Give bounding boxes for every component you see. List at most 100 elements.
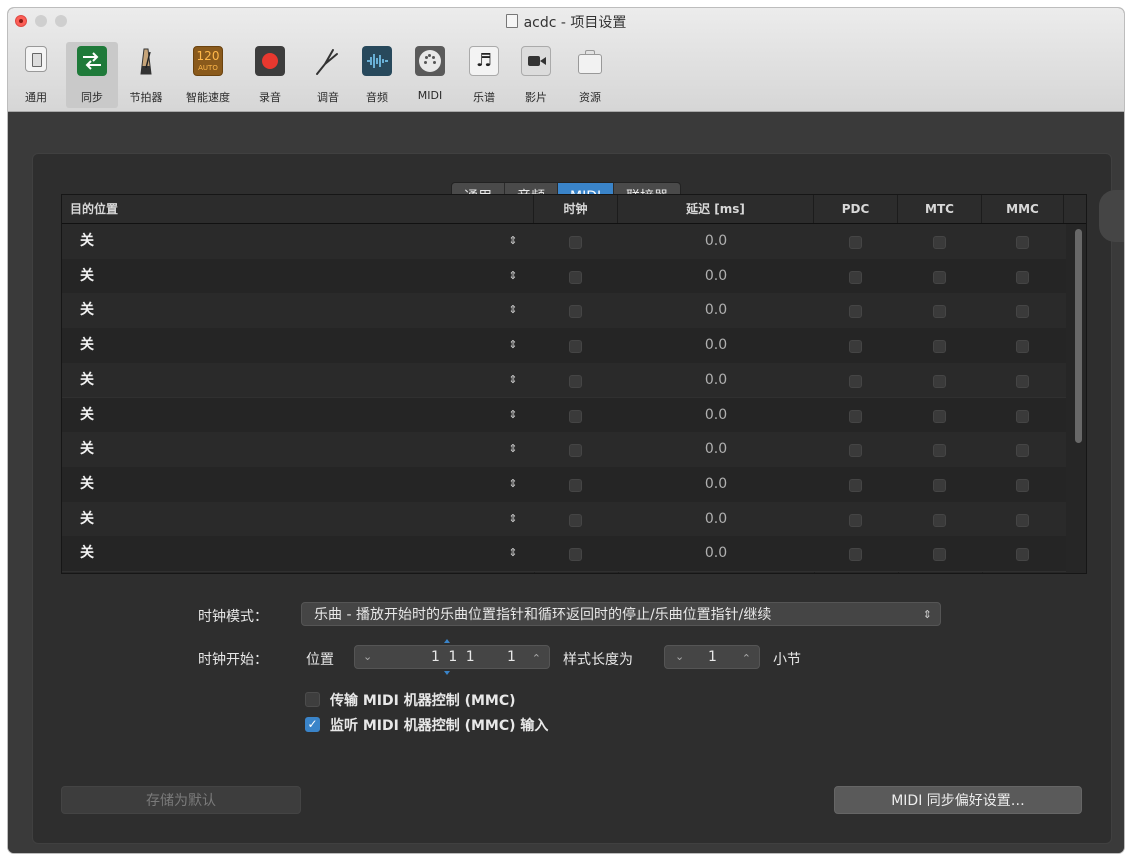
destination-value[interactable]: 关	[80, 259, 94, 293]
updown-icon[interactable]: ⇕	[506, 536, 520, 570]
updown-icon[interactable]: ⇕	[506, 224, 520, 258]
destination-value[interactable]: 关	[80, 536, 94, 570]
destination-value[interactable]: 关	[80, 432, 94, 466]
table-scrollbar[interactable]	[1075, 229, 1082, 443]
midi-sync-preferences-button[interactable]: MIDI 同步偏好设置…	[834, 786, 1082, 814]
position-value[interactable]: 1 1 1	[431, 646, 477, 668]
latency-value[interactable]: 0.0	[618, 259, 814, 293]
save-as-default-button[interactable]: 存储为默认	[61, 786, 301, 814]
column-header-mmc[interactable]: MMC	[982, 195, 1064, 223]
toolbar-midi[interactable]: MIDI	[404, 42, 456, 108]
mtc-checkbox[interactable]	[933, 270, 946, 284]
latency-value[interactable]: 0.0	[618, 432, 814, 466]
updown-icon[interactable]: ⇕	[506, 467, 520, 501]
mmc-checkbox[interactable]	[1016, 444, 1029, 458]
toolbar-assets[interactable]: 资源	[564, 42, 616, 108]
pattern-length-stepper[interactable]: ⌄ 1 ⌃	[664, 645, 760, 669]
table-row[interactable]: 关 ⇕ 0.0	[62, 362, 1066, 399]
chevron-down-icon[interactable]: ⌄	[675, 646, 684, 668]
destination-value[interactable]: 关	[80, 502, 94, 536]
chevron-up-icon[interactable]: ⌃	[742, 648, 751, 670]
column-header-destination[interactable]: 目的位置	[62, 195, 534, 223]
pdc-checkbox[interactable]	[849, 548, 862, 562]
mtc-checkbox[interactable]	[933, 374, 946, 388]
clock-checkbox[interactable]	[569, 478, 582, 492]
latency-value[interactable]: 0.0	[618, 293, 814, 327]
table-row[interactable]: 关 ⇕ 0.0	[62, 397, 1066, 434]
mmc-checkbox[interactable]	[1016, 305, 1029, 319]
pdc-checkbox[interactable]	[849, 374, 862, 388]
updown-icon[interactable]: ⇕	[506, 293, 520, 327]
mtc-checkbox[interactable]	[933, 305, 946, 319]
column-header-pdc[interactable]: PDC	[814, 195, 898, 223]
clock-checkbox[interactable]	[569, 409, 582, 423]
pdc-checkbox[interactable]	[849, 409, 862, 423]
mmc-checkbox[interactable]	[1016, 270, 1029, 284]
clock-checkbox[interactable]	[569, 374, 582, 388]
table-row[interactable]: 关 ⇕ 0.0	[62, 293, 1066, 330]
mmc-checkbox[interactable]	[1016, 236, 1029, 249]
pdc-checkbox[interactable]	[849, 236, 862, 249]
toolbar-score[interactable]: ♬ 乐谱	[458, 42, 510, 108]
clock-checkbox[interactable]	[569, 444, 582, 458]
destination-value[interactable]: 关	[80, 293, 94, 327]
clock-checkbox[interactable]	[569, 270, 582, 284]
latency-value[interactable]: 0.0	[618, 502, 814, 536]
mtc-checkbox[interactable]	[933, 548, 946, 562]
updown-icon[interactable]: ⇕	[506, 502, 520, 536]
pdc-checkbox[interactable]	[849, 305, 862, 319]
pdc-checkbox[interactable]	[849, 444, 862, 458]
updown-icon[interactable]: ⇕	[506, 363, 520, 397]
updown-icon[interactable]: ⇕	[506, 328, 520, 362]
toolbar-movie[interactable]: 影片	[510, 42, 562, 108]
mtc-checkbox[interactable]	[933, 478, 946, 492]
position-tick[interactable]: 1	[507, 646, 516, 668]
listen-mmc-label[interactable]: 监听 MIDI 机器控制 (MMC) 输入	[330, 715, 548, 735]
clock-checkbox[interactable]	[569, 236, 582, 249]
destination-value[interactable]: 关	[80, 363, 94, 397]
mmc-checkbox[interactable]	[1016, 374, 1029, 388]
table-row[interactable]: 关 ⇕ 0.0	[62, 501, 1066, 538]
table-row[interactable]: 关 ⇕ 0.0	[62, 328, 1066, 364]
table-row[interactable]: 关 ⇕ 0.0	[62, 536, 1066, 572]
latency-value[interactable]: 0.0	[618, 363, 814, 397]
mmc-checkbox[interactable]	[1016, 340, 1029, 354]
mtc-checkbox[interactable]	[933, 236, 946, 249]
pattern-length-value[interactable]: 1	[708, 646, 717, 668]
latency-value[interactable]: 0.0	[618, 328, 814, 362]
column-header-mtc[interactable]: MTC	[898, 195, 982, 223]
table-row[interactable]: 关 ⇕ 0.0	[62, 224, 1066, 260]
clock-mode-popup[interactable]: 乐曲 - 播放开始时的乐曲位置指针和循环返回时的停止/乐曲位置指针/继续 ⇕	[301, 602, 941, 626]
clock-checkbox[interactable]	[569, 513, 582, 527]
destination-value[interactable]: 关	[80, 467, 94, 501]
table-row[interactable]: 关 ⇕ 0.0	[62, 432, 1066, 468]
updown-icon[interactable]: ⇕	[506, 432, 520, 466]
mtc-checkbox[interactable]	[933, 444, 946, 458]
latency-value[interactable]: 0.0	[618, 467, 814, 501]
pdc-checkbox[interactable]	[849, 478, 862, 492]
latency-value[interactable]: 0.0	[618, 224, 814, 258]
column-header-latency[interactable]: 延迟 [ms]	[618, 195, 814, 223]
transmit-mmc-checkbox[interactable]	[305, 692, 320, 707]
toolbar-audio[interactable]: 音频	[351, 42, 403, 108]
clock-checkbox[interactable]	[569, 340, 582, 354]
mtc-checkbox[interactable]	[933, 513, 946, 527]
toolbar-sync[interactable]: 同步	[66, 42, 118, 108]
mtc-checkbox[interactable]	[933, 340, 946, 354]
mmc-checkbox[interactable]	[1016, 478, 1029, 492]
clock-checkbox[interactable]	[569, 305, 582, 319]
latency-value[interactable]: 0.0	[618, 536, 814, 570]
column-header-clock[interactable]: 时钟	[534, 195, 618, 223]
destination-value[interactable]: 关	[80, 398, 94, 432]
destination-value[interactable]: 关	[80, 224, 94, 258]
mmc-checkbox[interactable]	[1016, 409, 1029, 423]
mtc-checkbox[interactable]	[933, 409, 946, 423]
toolbar-general[interactable]: 通用	[10, 42, 62, 108]
toolbar-record[interactable]: 录音	[244, 42, 296, 108]
listen-mmc-checkbox[interactable]: ✓	[305, 717, 320, 732]
chevron-down-icon[interactable]: ⌄	[363, 646, 372, 668]
position-field[interactable]: ⌄ 1 1 1 1 ⌃	[354, 639, 550, 675]
clock-checkbox[interactable]	[569, 548, 582, 562]
latency-value[interactable]: 0.0	[618, 398, 814, 432]
destination-value[interactable]: 关	[80, 328, 94, 362]
